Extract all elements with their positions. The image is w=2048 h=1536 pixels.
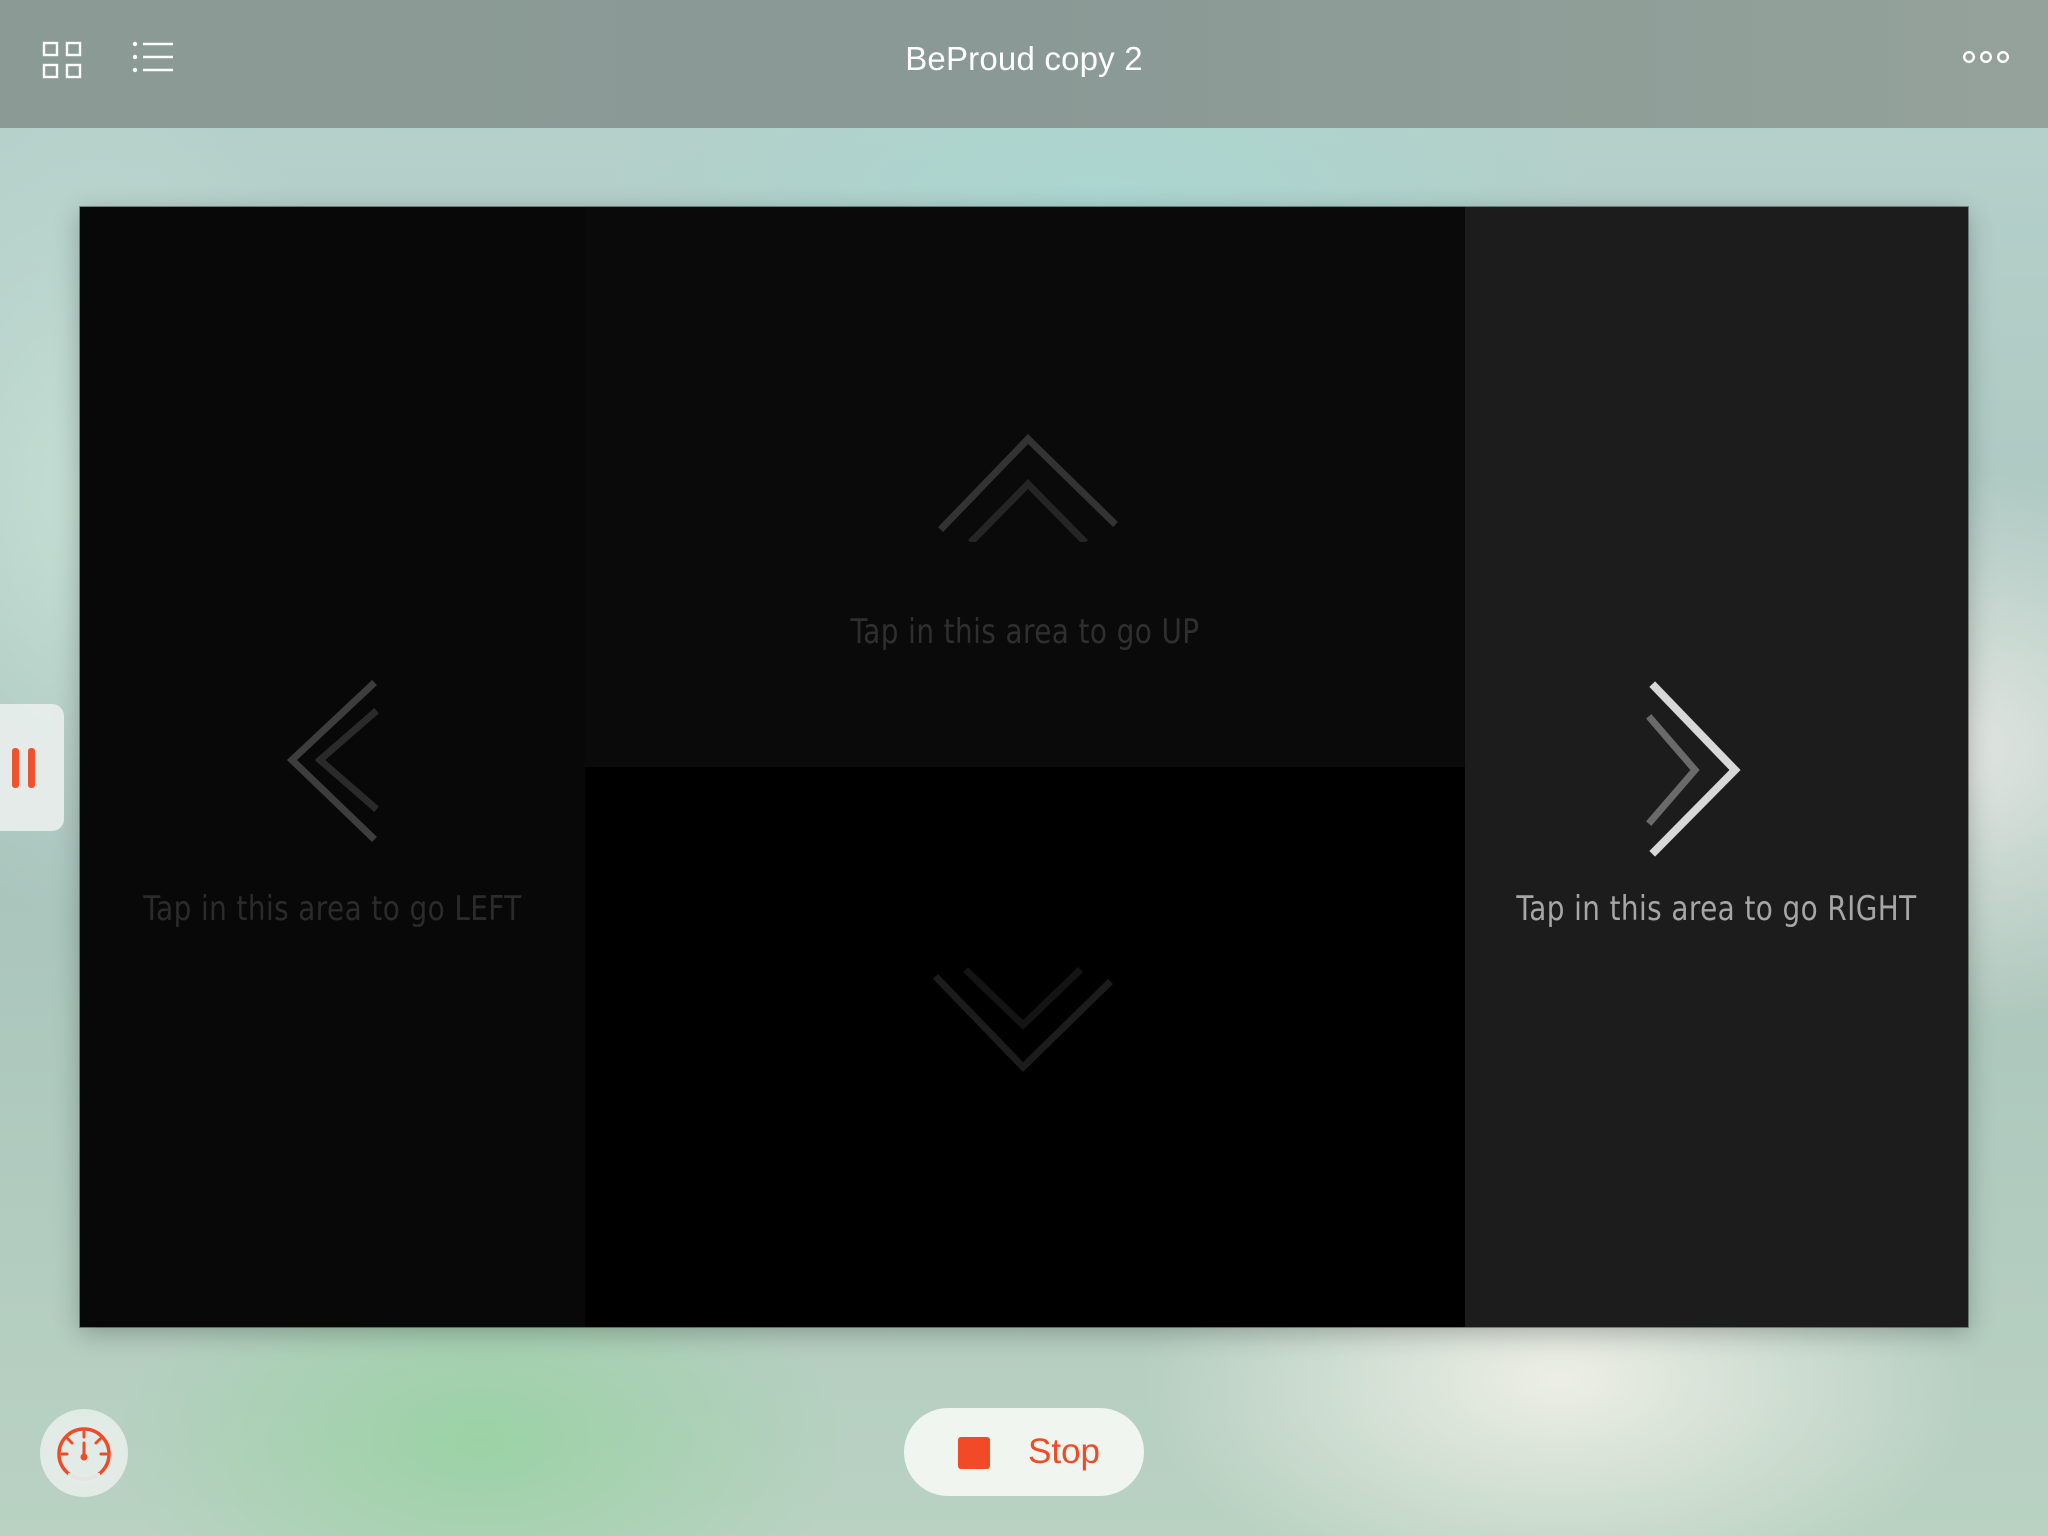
pause-button[interactable] bbox=[0, 704, 64, 831]
stop-square-icon bbox=[958, 1437, 990, 1469]
speed-button[interactable] bbox=[40, 1409, 128, 1497]
navigation-bar: BeProud copy 2 bbox=[0, 0, 2048, 128]
chevron-right-icon bbox=[1646, 681, 1741, 857]
chevron-down-icon bbox=[933, 967, 1113, 1072]
more-options-icon[interactable] bbox=[1962, 50, 2010, 69]
scene-stage: Tap in this area to go LEFT Tap in this … bbox=[80, 207, 1968, 1327]
tap-zone-left[interactable]: Tap in this area to go LEFT bbox=[80, 207, 585, 1327]
tap-zone-up-label: Tap in this area to go UP bbox=[850, 612, 1200, 652]
stop-button[interactable]: Stop bbox=[904, 1408, 1144, 1496]
chevron-up-icon bbox=[938, 434, 1118, 542]
tap-zone-down[interactable] bbox=[585, 767, 1465, 1327]
tap-zone-right-label: Tap in this area to go RIGHT bbox=[1516, 889, 1917, 929]
page-title: BeProud copy 2 bbox=[905, 40, 1143, 77]
tap-zone-right[interactable]: Tap in this area to go RIGHT bbox=[1465, 207, 1968, 1327]
tap-zone-up[interactable]: Tap in this area to go UP bbox=[585, 207, 1465, 767]
stop-button-label: Stop bbox=[1028, 1432, 1100, 1471]
tap-zone-left-label: Tap in this area to go LEFT bbox=[143, 889, 522, 929]
chevron-left-icon bbox=[286, 680, 379, 842]
speedometer-icon bbox=[57, 1427, 111, 1483]
